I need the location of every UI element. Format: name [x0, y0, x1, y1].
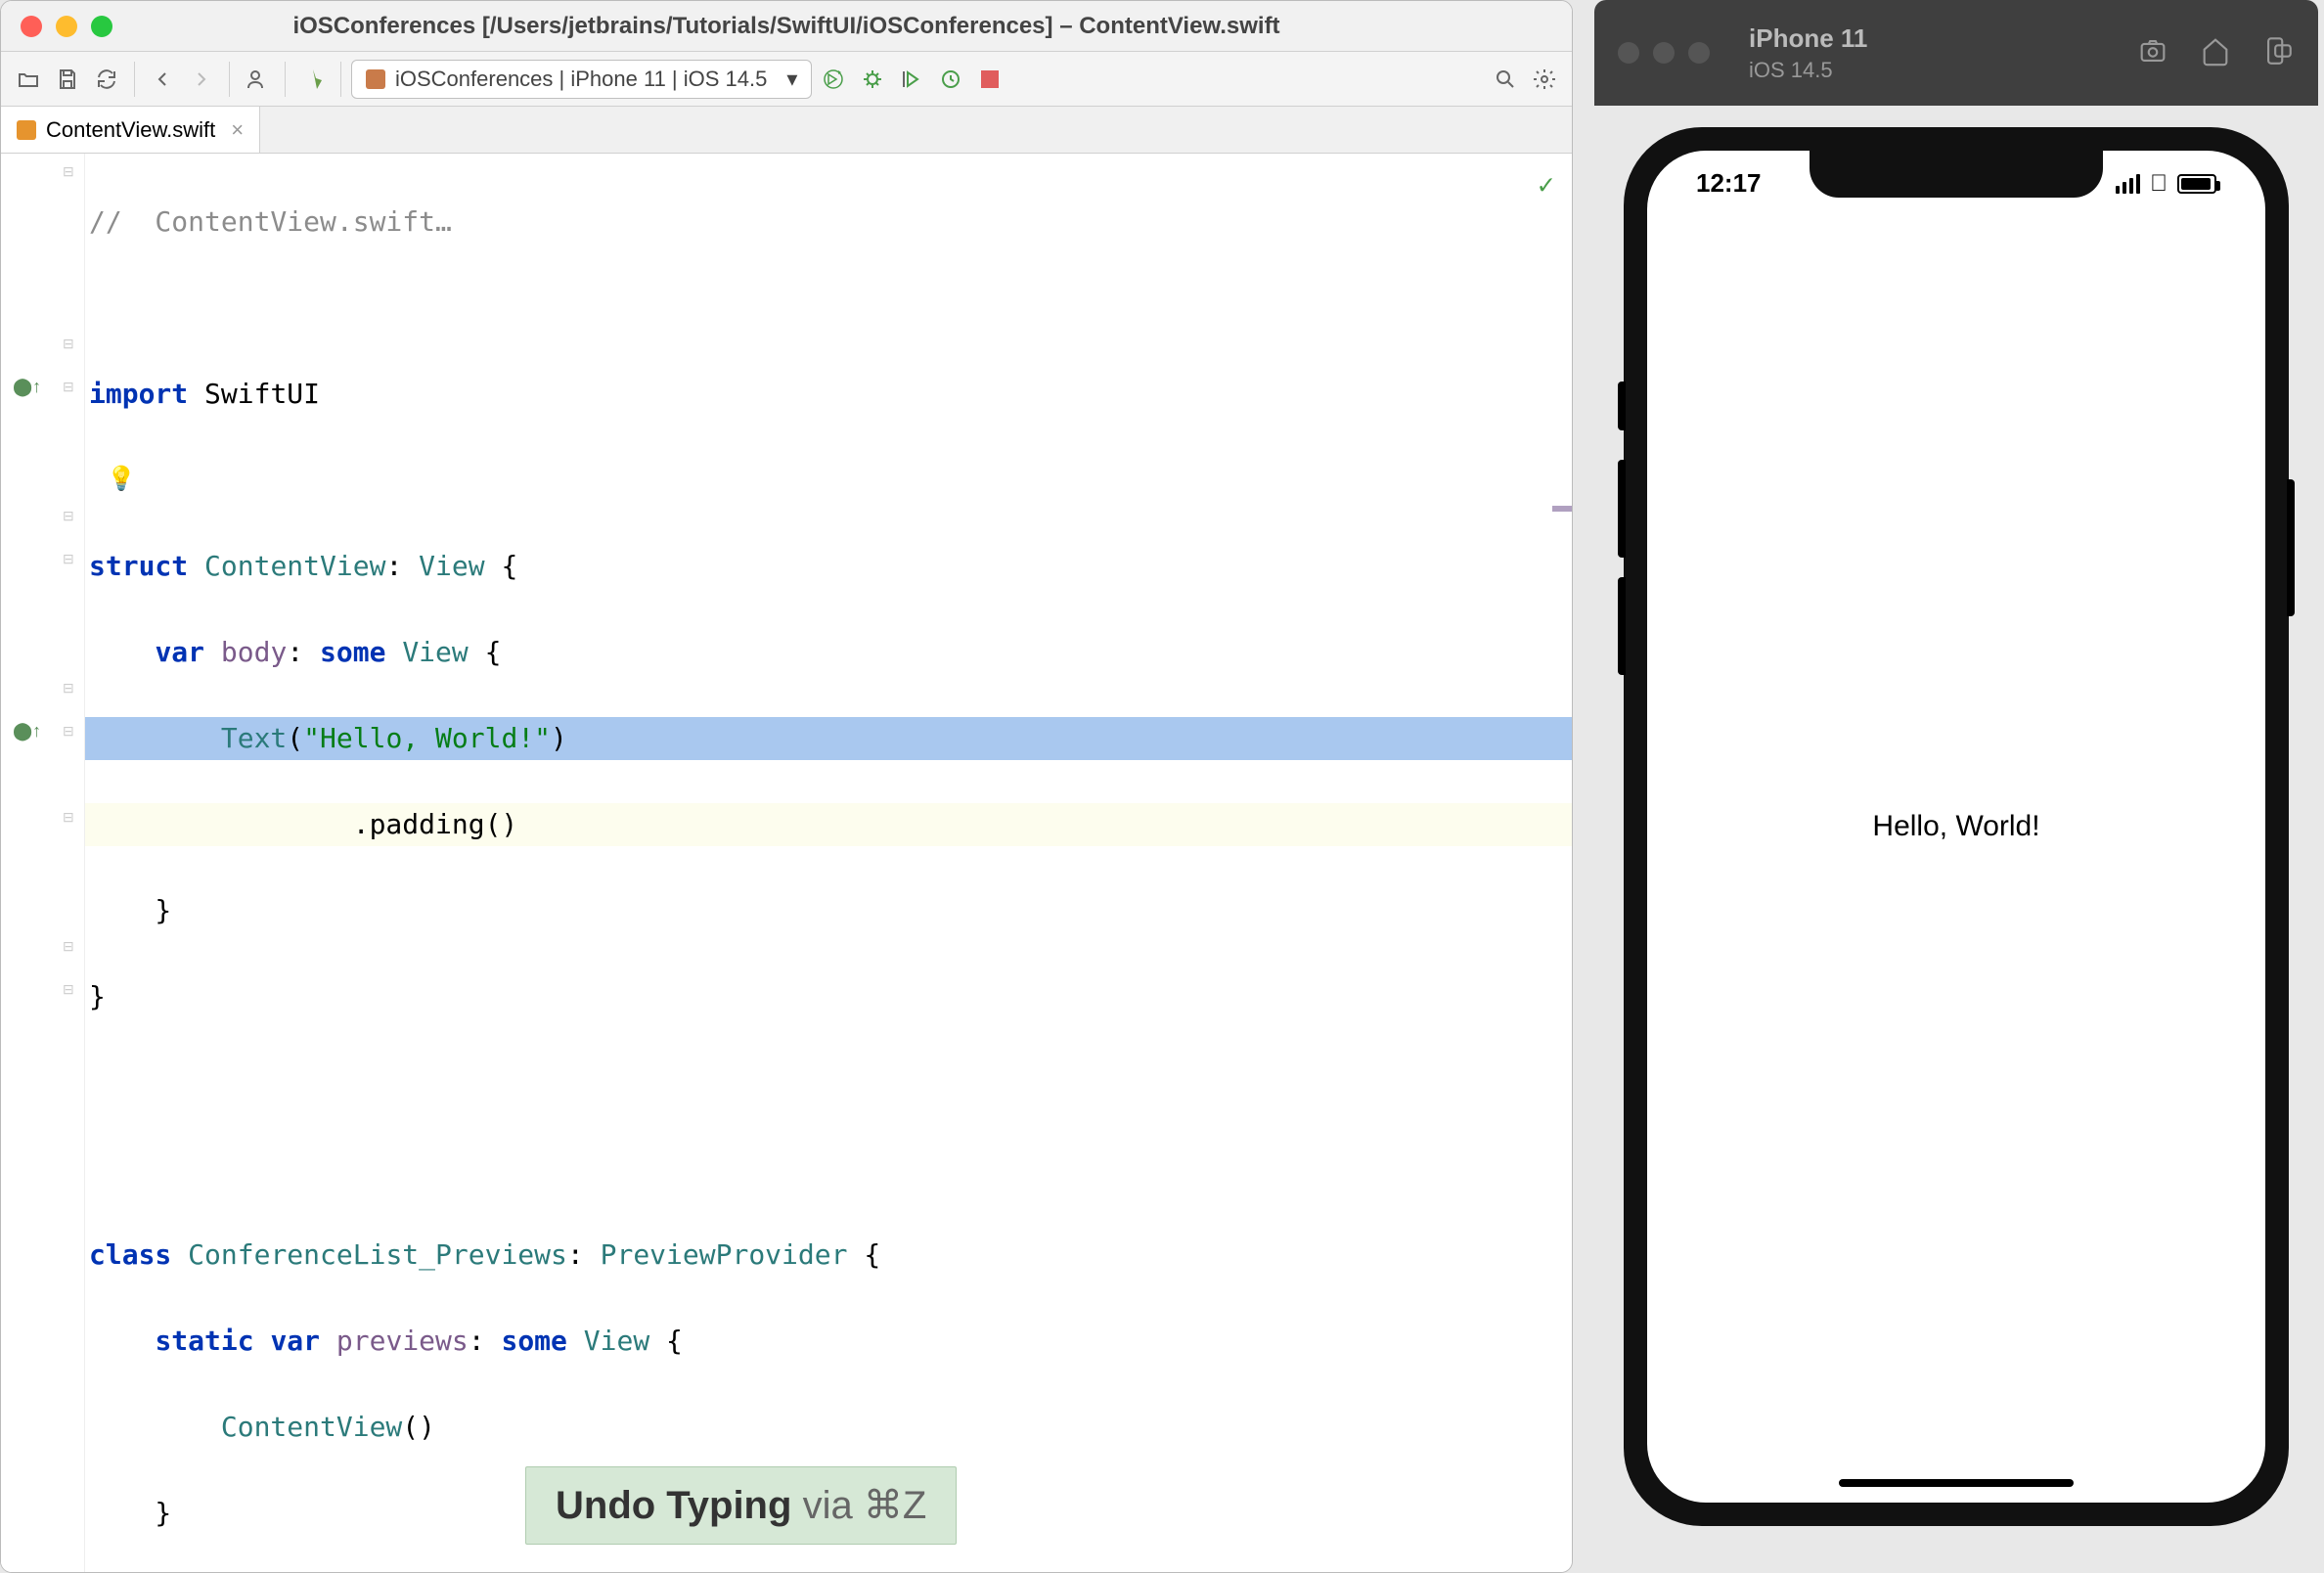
simulator-titlebar: iPhone 11 iOS 14.5: [1594, 0, 2318, 106]
window-controls: [1, 16, 112, 37]
mute-switch[interactable]: [1618, 382, 1626, 430]
run-config-label: iOSConferences | iPhone 11 | iOS 14.5: [395, 67, 767, 92]
fold-icon[interactable]: ⊟: [63, 336, 78, 351]
fold-icon[interactable]: ⊟: [63, 938, 78, 954]
chevron-down-icon: ▾: [786, 67, 797, 92]
hello-label: Hello, World!: [1872, 810, 2039, 843]
overview-marker[interactable]: [1552, 506, 1572, 512]
close-window-button[interactable]: [21, 16, 42, 37]
action-toast: Undo Typing via ⌘Z: [525, 1466, 957, 1545]
forward-button[interactable]: [184, 62, 219, 97]
save-button[interactable]: [50, 62, 85, 97]
phone-screen[interactable]: 12:17 􀙇 Hello, World!: [1647, 151, 2265, 1503]
coverage-button[interactable]: [894, 62, 929, 97]
open-button[interactable]: [11, 62, 46, 97]
sim-close-button[interactable]: [1618, 42, 1639, 64]
fold-icon[interactable]: ⊟: [63, 981, 78, 997]
search-button[interactable]: [1488, 62, 1523, 97]
separator: [285, 62, 286, 97]
phone-frame: 12:17 􀙇 Hello, World!: [1624, 127, 2289, 1526]
rotate-button[interactable]: [2261, 34, 2295, 72]
run-configuration-select[interactable]: iOSConferences | iPhone 11 | iOS 14.5 ▾: [351, 60, 812, 99]
config-icon: [366, 69, 385, 89]
profile-button[interactable]: [933, 62, 968, 97]
app-content: Hello, World!: [1647, 151, 2265, 1503]
separator: [134, 62, 135, 97]
close-tab-icon[interactable]: ×: [231, 117, 244, 143]
tab-contentview[interactable]: ContentView.swift ×: [1, 107, 260, 153]
override-gutter-icon[interactable]: ⬤↑: [13, 377, 36, 400]
tab-label: ContentView.swift: [46, 117, 215, 143]
fold-icon[interactable]: ⊟: [63, 379, 78, 394]
ide-window: iOSConferences [/Users/jetbrains/Tutoria…: [0, 0, 1573, 1573]
fold-icon[interactable]: ⊟: [63, 163, 78, 179]
toast-via: via: [803, 1484, 853, 1527]
toast-action: Undo Typing: [556, 1484, 791, 1527]
titlebar: iOSConferences [/Users/jetbrains/Tutoria…: [1, 1, 1572, 52]
editor-tabs: ContentView.swift ×: [1, 107, 1572, 154]
fold-icon[interactable]: ⊟: [63, 551, 78, 566]
fold-icon[interactable]: ⊟: [63, 723, 78, 739]
debug-button[interactable]: [855, 62, 890, 97]
sim-os-label: iOS 14.5: [1749, 58, 1867, 83]
home-button[interactable]: [2199, 34, 2232, 72]
inspection-ok-icon[interactable]: ✓: [1538, 163, 1554, 206]
swift-file-icon: [17, 120, 36, 140]
volume-up-button[interactable]: [1618, 460, 1626, 558]
sync-button[interactable]: [89, 62, 124, 97]
separator: [229, 62, 230, 97]
zoom-window-button[interactable]: [91, 16, 112, 37]
fold-icon[interactable]: ⊟: [63, 508, 78, 523]
code-area[interactable]: // ContentView.swift… import SwiftUI str…: [85, 154, 1572, 1572]
toolbar: iOSConferences | iPhone 11 | iOS 14.5 ▾: [1, 52, 1572, 107]
separator: [340, 62, 341, 97]
user-button[interactable]: [240, 62, 275, 97]
power-button[interactable]: [2287, 479, 2295, 616]
fold-icon[interactable]: ⊟: [63, 809, 78, 825]
stop-icon: [981, 70, 999, 88]
build-button[interactable]: [295, 62, 331, 97]
run-button[interactable]: [816, 62, 851, 97]
simulator-window: iPhone 11 iOS 14.5 12:17 􀙇 Hell: [1594, 0, 2318, 1573]
code-comment: // ContentView.swift…: [89, 205, 452, 238]
home-indicator[interactable]: [1839, 1479, 2074, 1487]
volume-down-button[interactable]: [1618, 577, 1626, 675]
window-title: iOSConferences [/Users/jetbrains/Tutoria…: [1, 13, 1572, 40]
editor[interactable]: ⬤↑ 💡 ⬤↑ ⊟ ⊟ ⊟ ⊟ ⊟ ⊟ ⊟ ⊟ ⊟ ⊟ // ContentVi…: [1, 154, 1572, 1572]
minimize-window-button[interactable]: [56, 16, 77, 37]
back-button[interactable]: [145, 62, 180, 97]
sim-device-label: iPhone 11: [1749, 23, 1867, 54]
stop-button[interactable]: [972, 62, 1007, 97]
simulator-title: iPhone 11 iOS 14.5: [1749, 23, 1867, 83]
toast-shortcut: ⌘Z: [864, 1484, 926, 1527]
sim-window-controls: [1618, 42, 1710, 64]
sim-minimize-button[interactable]: [1653, 42, 1675, 64]
screenshot-button[interactable]: [2136, 34, 2169, 72]
gutter: ⬤↑ 💡 ⬤↑ ⊟ ⊟ ⊟ ⊟ ⊟ ⊟ ⊟ ⊟ ⊟ ⊟: [1, 154, 85, 1572]
sim-zoom-button[interactable]: [1688, 42, 1710, 64]
fold-icon[interactable]: ⊟: [63, 680, 78, 696]
settings-button[interactable]: [1527, 62, 1562, 97]
override-gutter-icon[interactable]: ⬤↑: [13, 721, 36, 744]
